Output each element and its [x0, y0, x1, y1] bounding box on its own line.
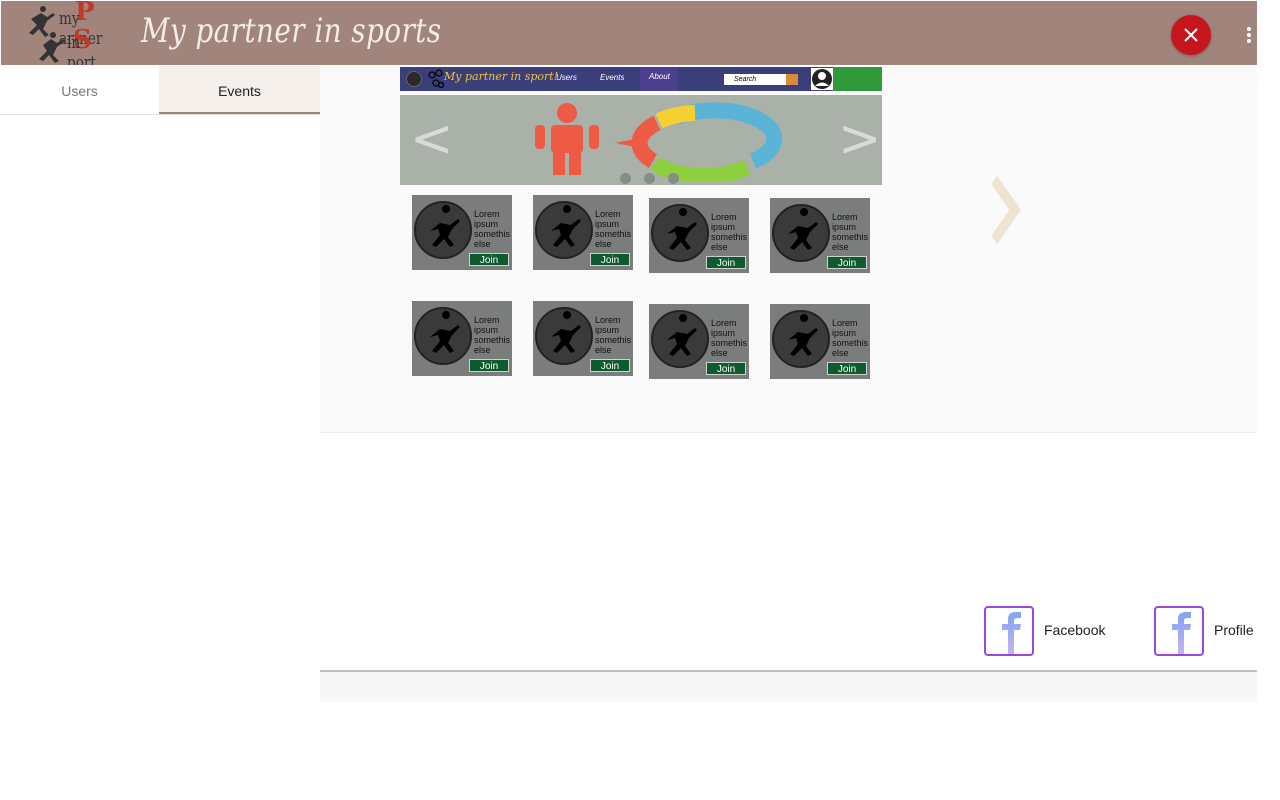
profile-label: Profile: [1214, 622, 1254, 638]
runner-icon: [772, 310, 830, 368]
preview-carousel: < >: [400, 95, 882, 185]
close-button[interactable]: [1171, 15, 1211, 55]
join-button: Join: [706, 256, 746, 269]
preview-link-about: About: [649, 72, 670, 81]
preview-event-cards: Lorem ipsum somethis else Join Lorem ips…: [412, 195, 882, 385]
preview-link-users: Users: [556, 73, 577, 82]
facebook-icon: [984, 606, 1034, 656]
app-header: P my artner S in port My partner in spor…: [1, 1, 1257, 65]
event-card: Lorem ipsum somethis else Join: [412, 301, 512, 376]
facebook-icon: [1154, 606, 1204, 656]
card-text: Lorem ipsum somethis else: [832, 318, 869, 358]
facebook-label: Facebook: [1044, 622, 1106, 638]
preview-user-icon: [811, 68, 833, 90]
join-button: Join: [827, 256, 867, 269]
event-card: Lorem ipsum somethis else Join: [649, 198, 749, 273]
card-text: Lorem ipsum somethis else: [595, 315, 632, 355]
carousel-prev-icon: <: [410, 109, 454, 169]
preview-globe-icon: [406, 71, 422, 87]
preview-navbar: My partner in sport! Users Events About …: [400, 67, 882, 91]
runner-icon: [772, 204, 830, 262]
card-text: Lorem ipsum somethis else: [474, 209, 511, 249]
event-card: Lorem ipsum somethis else Join: [770, 198, 870, 273]
preview-link-events: Events: [600, 73, 625, 82]
preview-logo-icon: [428, 69, 444, 89]
preview-search-button: [786, 74, 798, 85]
preview-search: Search: [724, 74, 786, 85]
carousel-dot: [668, 173, 679, 184]
preview-logo-text: My partner in sport!: [444, 70, 559, 83]
runner-icon: [651, 310, 709, 368]
close-icon: [1184, 28, 1198, 42]
footer-bar: [320, 670, 1257, 702]
chevron-right-icon: [991, 176, 1021, 245]
profile-link[interactable]: Profile: [1154, 606, 1257, 656]
facebook-link[interactable]: Facebook: [984, 606, 1114, 656]
card-text: Lorem ipsum somethis else: [832, 212, 869, 252]
runner-icon: [535, 201, 593, 259]
join-button: Join: [706, 362, 746, 375]
site-preview-image: My partner in sport! Users Events About …: [400, 67, 882, 387]
person-chart-illustration: [535, 102, 783, 181]
carousel-next-icon: >: [838, 109, 882, 169]
more-menu-button[interactable]: [1241, 21, 1257, 49]
tab-users[interactable]: Users: [0, 66, 159, 114]
runner-icon: [414, 307, 472, 365]
tab-events[interactable]: Events: [159, 66, 320, 114]
carousel-dot: [620, 173, 631, 184]
join-button: Join: [590, 359, 630, 372]
events-panel: My partner in sport! Users Events About …: [320, 66, 1257, 433]
runner-icon: [651, 204, 709, 262]
join-button: Join: [590, 253, 630, 266]
event-card: Lorem ipsum somethis else Join: [649, 304, 749, 379]
runner-icon: [535, 307, 593, 365]
runner-icon: [414, 201, 472, 259]
more-vert-icon: [1247, 27, 1251, 31]
card-text: Lorem ipsum somethis else: [711, 212, 748, 252]
join-button: Join: [827, 362, 867, 375]
app-title: My partner in sports: [141, 11, 442, 51]
event-card: Lorem ipsum somethis else Join: [412, 195, 512, 270]
card-text: Lorem ipsum somethis else: [711, 318, 748, 358]
card-text: Lorem ipsum somethis else: [595, 209, 632, 249]
event-card: Lorem ipsum somethis else Join: [533, 195, 633, 270]
event-card: Lorem ipsum somethis else Join: [770, 304, 870, 379]
logo-line-2: in port: [67, 33, 96, 65]
card-text: Lorem ipsum somethis else: [474, 315, 511, 355]
join-button: Join: [469, 253, 509, 266]
event-card: Lorem ipsum somethis else Join: [533, 301, 633, 376]
sidebar-tabs: Users Events: [0, 66, 320, 115]
carousel-dot: [644, 173, 655, 184]
join-button: Join: [469, 359, 509, 372]
app-logo: P my artner S in port: [23, 1, 123, 65]
